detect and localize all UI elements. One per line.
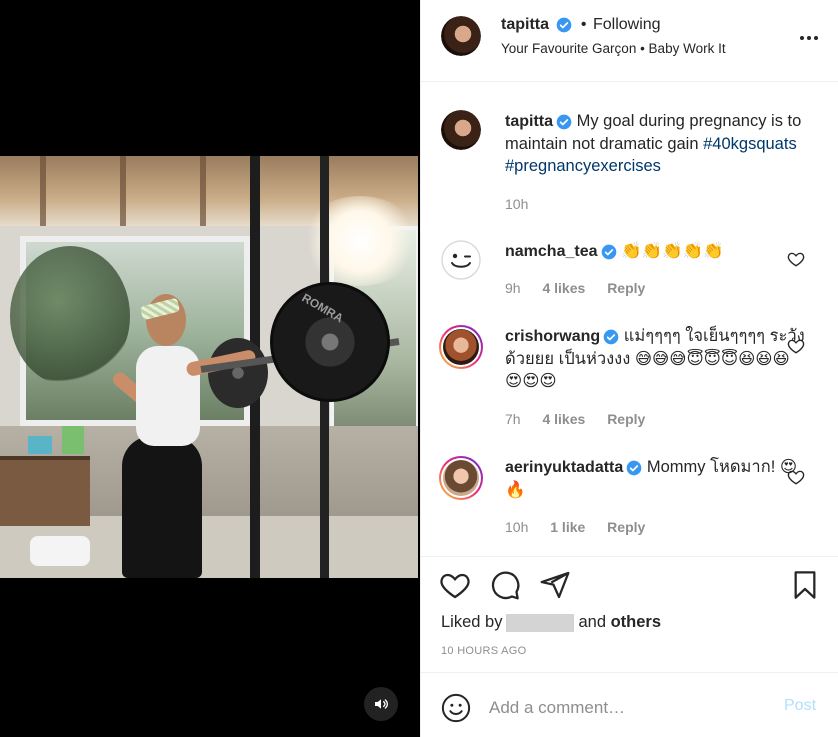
header-username[interactable]: tapitta bbox=[501, 16, 549, 33]
avatar-photo bbox=[443, 460, 479, 496]
comment-text: crishorwang แม่ๆๆๆๆ ใจเย็นๆๆๆๆ ระวังด้วย… bbox=[505, 325, 805, 392]
video-scene-box bbox=[28, 436, 52, 454]
comment-button[interactable] bbox=[489, 569, 521, 601]
avatar[interactable] bbox=[441, 16, 481, 56]
post-timestamp[interactable]: 10 HOURS AGO bbox=[441, 645, 527, 657]
post-actions: Liked by and others 10 HOURS AGO bbox=[421, 556, 838, 671]
post-header: tapitta • Following Your Favourite Garço… bbox=[421, 0, 838, 82]
video-scene-box bbox=[62, 426, 84, 454]
heart-icon[interactable] bbox=[787, 468, 805, 486]
comment-text: namcha_tea 👏👏👏👏👏 bbox=[505, 240, 805, 263]
more-options-icon bbox=[800, 36, 818, 40]
video-scene-beam bbox=[120, 156, 126, 226]
video-scene-plate bbox=[208, 338, 268, 408]
hashtag-link[interactable]: #40kgsquats bbox=[703, 135, 797, 153]
comment-item: namcha_tea 👏👏👏👏👏 9h 4 likes Reply bbox=[421, 240, 838, 300]
liked-by-prefix: Liked by bbox=[441, 613, 503, 631]
video-scene-shoes bbox=[30, 536, 90, 566]
comment-likes[interactable]: 1 like bbox=[550, 519, 585, 535]
comment-avatar[interactable] bbox=[439, 456, 483, 500]
emoji-button[interactable] bbox=[441, 693, 471, 723]
comment-avatar[interactable] bbox=[439, 325, 483, 369]
reply-button[interactable]: Reply bbox=[607, 411, 645, 427]
avatar-photo bbox=[441, 16, 481, 56]
comment-username[interactable]: namcha_tea bbox=[505, 243, 598, 260]
comment-avatar[interactable] bbox=[441, 240, 481, 280]
post-caption: tapitta My goal during pregnancy is to m… bbox=[421, 110, 838, 220]
verified-badge-icon bbox=[601, 244, 617, 260]
verified-badge-icon bbox=[556, 114, 572, 130]
comment-item: crishorwang แม่ๆๆๆๆ ใจเย็นๆๆๆๆ ระวังด้วย… bbox=[421, 325, 838, 435]
post-comment-button[interactable]: Post bbox=[784, 697, 816, 715]
liked-by-others-link[interactable]: others bbox=[611, 613, 661, 631]
caption-username[interactable]: tapitta bbox=[505, 113, 553, 130]
liked-by-mid: and bbox=[578, 613, 606, 631]
comment-timestamp[interactable]: 9h bbox=[505, 280, 521, 296]
comment-item: aerinyuktadatta Mommy โหดมาก! 😍🔥 10h 1 l… bbox=[421, 456, 838, 546]
verified-badge-icon bbox=[556, 17, 572, 33]
avatar-ring-inner bbox=[441, 458, 481, 498]
more-options-button[interactable] bbox=[797, 26, 821, 50]
video-scene-beam bbox=[40, 156, 46, 226]
avatar-photo bbox=[441, 110, 481, 150]
caption-timestamp[interactable]: 10h bbox=[505, 196, 528, 212]
liked-by-line: Liked by and others bbox=[441, 613, 661, 632]
post-media: ROMRA bbox=[0, 0, 420, 737]
comment-username[interactable]: crishorwang bbox=[505, 328, 600, 345]
caption-avatar[interactable] bbox=[441, 110, 481, 150]
video-scene-person-torso bbox=[136, 346, 200, 446]
video-scene-shelf bbox=[0, 456, 90, 526]
video-scene-tree bbox=[10, 246, 130, 386]
comment-likes[interactable]: 4 likes bbox=[542, 280, 585, 296]
share-button[interactable] bbox=[539, 569, 571, 601]
video-scene-beam bbox=[200, 156, 206, 226]
like-button[interactable] bbox=[439, 569, 471, 601]
video-player[interactable]: ROMRA bbox=[0, 156, 418, 578]
header-user-line: tapitta • Following bbox=[501, 16, 661, 34]
reply-button[interactable]: Reply bbox=[607, 519, 645, 535]
save-button[interactable] bbox=[789, 569, 821, 601]
following-button[interactable]: Following bbox=[593, 16, 661, 33]
add-comment-bar: Post bbox=[421, 672, 838, 737]
header-separator: • bbox=[580, 16, 587, 33]
reply-button[interactable]: Reply bbox=[607, 280, 645, 296]
comment-timestamp[interactable]: 10h bbox=[505, 519, 528, 535]
music-attribution[interactable]: Your Favourite Garçon • Baby Work It bbox=[501, 41, 726, 56]
sound-toggle-button[interactable] bbox=[364, 687, 398, 721]
video-scene-plate bbox=[270, 282, 390, 402]
caption-meta: 10h bbox=[505, 196, 546, 212]
comment-username[interactable]: aerinyuktadatta bbox=[505, 459, 623, 476]
smiley-avatar-icon bbox=[441, 240, 481, 280]
heart-icon[interactable] bbox=[787, 250, 805, 268]
comment-text: aerinyuktadatta Mommy โหดมาก! 😍🔥 bbox=[505, 456, 805, 501]
comment-likes[interactable]: 4 likes bbox=[542, 411, 585, 427]
redacted-username bbox=[506, 613, 575, 632]
caption-text: tapitta My goal during pregnancy is to m… bbox=[505, 110, 805, 177]
verified-badge-icon bbox=[626, 460, 642, 476]
comment-body: 👏👏👏👏👏 bbox=[621, 242, 724, 260]
speaker-icon bbox=[375, 699, 389, 709]
comment-input[interactable] bbox=[489, 691, 769, 725]
hashtag-link[interactable]: #pregnancyexercises bbox=[505, 157, 661, 175]
verified-badge-icon bbox=[603, 329, 619, 345]
video-scene-person-legs bbox=[122, 436, 202, 578]
comment-timestamp[interactable]: 7h bbox=[505, 411, 521, 427]
video-scene-light bbox=[300, 196, 418, 286]
comment-meta: 10h 1 like Reply bbox=[505, 519, 663, 535]
post-side-panel: tapitta • Following Your Favourite Garço… bbox=[420, 0, 838, 737]
avatar-ring-inner bbox=[441, 327, 481, 367]
heart-icon[interactable] bbox=[787, 337, 805, 355]
avatar-photo bbox=[443, 329, 479, 365]
comment-meta: 9h 4 likes Reply bbox=[505, 280, 663, 296]
comment-meta: 7h 4 likes Reply bbox=[505, 411, 663, 427]
